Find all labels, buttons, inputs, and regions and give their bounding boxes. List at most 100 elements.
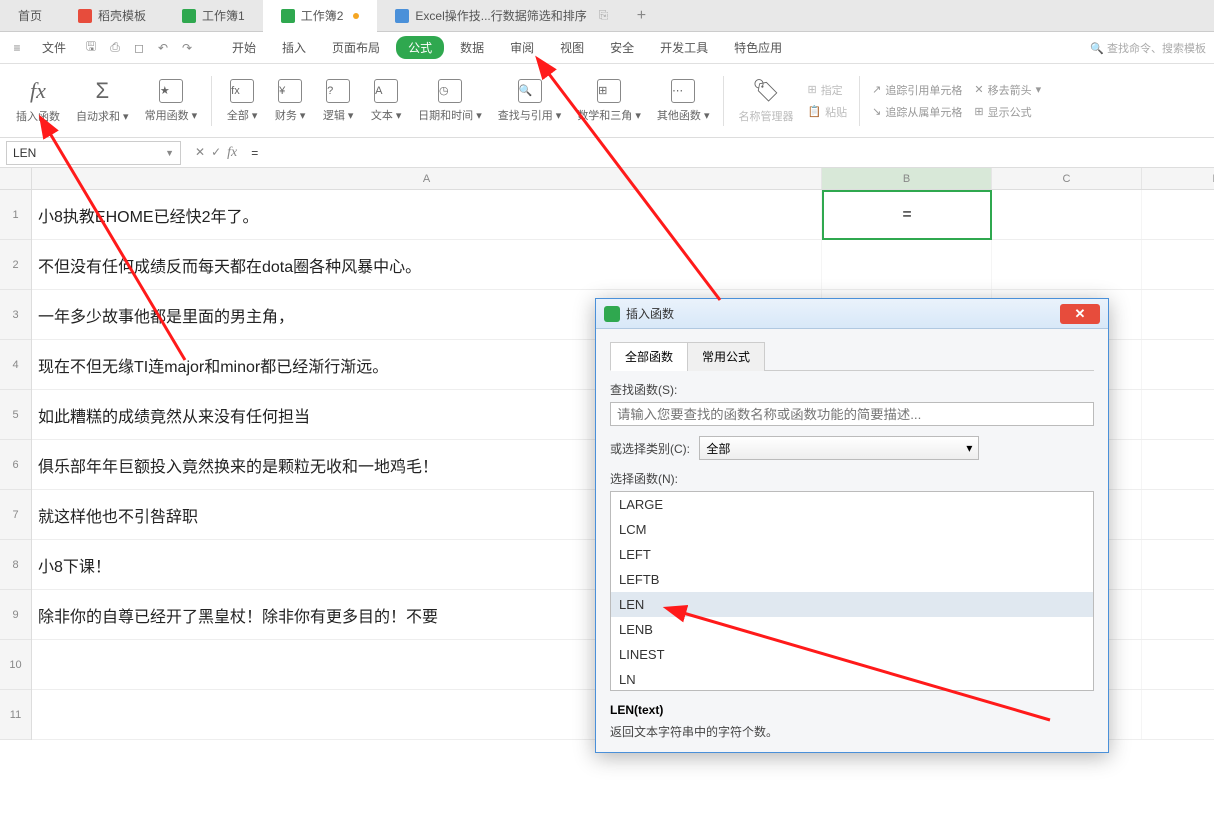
menu-data[interactable]: 数据 (450, 36, 494, 59)
col-header-D[interactable]: D (1142, 168, 1214, 189)
show-formulas-button[interactable]: ⊞ 显示公式 (970, 103, 1045, 121)
cell[interactable] (1142, 540, 1214, 589)
row-header[interactable]: 2 (0, 240, 31, 290)
paste-name-button[interactable]: 📋 粘贴 (803, 103, 851, 121)
cell[interactable] (1142, 690, 1214, 739)
cell[interactable] (1142, 390, 1214, 439)
tab-workbook1[interactable]: 工作簿1 (164, 0, 263, 32)
col-header-A[interactable]: A (32, 168, 822, 189)
insert-function-button[interactable]: fx插入函数 (10, 76, 66, 126)
row-header[interactable]: 7 (0, 490, 31, 540)
row-header[interactable]: 1 (0, 190, 31, 240)
name-box[interactable]: LEN▼ (6, 141, 181, 165)
define-name-button[interactable]: ⊞ 指定 (803, 81, 851, 99)
function-search-input[interactable] (610, 402, 1094, 426)
common-fn-button[interactable]: ★常用函数 ▾ (139, 77, 204, 125)
command-search[interactable]: 🔍 查找命令、搜索模板 (1090, 40, 1206, 56)
row-header[interactable]: 8 (0, 540, 31, 590)
cell[interactable] (1142, 640, 1214, 689)
tab-workbook2[interactable]: 工作簿2 (263, 0, 378, 32)
function-list-item[interactable]: LEFT (611, 542, 1093, 567)
function-list[interactable]: LARGELCMLEFTLEFTBLENLENBLINESTLN (610, 491, 1094, 691)
dialog-titlebar[interactable]: 插入函数 ✕ (596, 299, 1108, 329)
menu-security[interactable]: 安全 (600, 36, 644, 59)
add-tab-button[interactable]: + (626, 7, 656, 25)
fx-button[interactable]: fx (227, 145, 237, 161)
remove-arrows-button[interactable]: ✕ 移去箭头 ▾ (970, 81, 1045, 99)
cell[interactable] (1142, 240, 1214, 289)
trace-dependents-button[interactable]: ↘ 追踪从属单元格 (868, 103, 966, 121)
select-all-corner[interactable] (0, 168, 32, 190)
tab-templates[interactable]: 稻壳模板 (60, 0, 164, 32)
cell[interactable] (1142, 590, 1214, 639)
close-button[interactable]: ✕ (1060, 304, 1100, 324)
row-header[interactable]: 6 (0, 440, 31, 490)
tab-excel-doc[interactable]: Excel操作技...行数据筛选和排序⎘ (377, 0, 626, 32)
lookup-fn-button[interactable]: 🔍查找与引用 ▾ (492, 77, 568, 125)
row-header[interactable]: 3 (0, 290, 31, 340)
row-header[interactable]: 4 (0, 340, 31, 390)
function-list-item[interactable]: LN (611, 667, 1093, 691)
autosum-button[interactable]: Σ自动求和 ▾ (70, 76, 135, 126)
menu-review[interactable]: 审阅 (500, 36, 544, 59)
tab-common-formulas[interactable]: 常用公式 (687, 342, 765, 371)
row-header[interactable]: 9 (0, 590, 31, 640)
menu-start[interactable]: 开始 (222, 36, 266, 59)
cell[interactable]: 小8执教EHOME已经快2年了。 (32, 190, 822, 239)
tab-home[interactable]: 首页 (0, 0, 60, 32)
function-list-item[interactable]: LEN (611, 592, 1093, 617)
menu-file[interactable]: 文件 (32, 36, 76, 59)
col-header-C[interactable]: C (992, 168, 1142, 189)
finance-fn-button[interactable]: ¥财务 ▾ (268, 77, 312, 125)
logic-fn-button[interactable]: ?逻辑 ▾ (316, 77, 360, 125)
cell[interactable] (1142, 490, 1214, 539)
row-header[interactable]: 10 (0, 640, 31, 690)
cancel-formula-button[interactable]: ✕ (195, 145, 205, 161)
function-list-item[interactable]: LCM (611, 517, 1093, 542)
name-manager-button[interactable]: 🏷名称管理器 (732, 76, 799, 126)
tab-all-functions[interactable]: 全部函数 (610, 342, 688, 371)
datetime-fn-button[interactable]: ◷日期和时间 ▾ (412, 77, 488, 125)
col-header-B[interactable]: B (822, 168, 992, 189)
undo-icon[interactable]: ↶ (154, 39, 172, 57)
other-fn-button[interactable]: ⋯其他函数 ▾ (651, 77, 716, 125)
formula-bar: LEN▼ ✕ ✓ fx = (0, 138, 1214, 168)
cell[interactable] (1142, 340, 1214, 389)
menu-features[interactable]: 特色应用 (724, 36, 792, 59)
function-list-item[interactable]: LARGE (611, 492, 1093, 517)
cell[interactable] (822, 240, 992, 289)
dialog-title: 插入函数 (626, 305, 674, 322)
cell[interactable] (1142, 190, 1214, 239)
menu-view[interactable]: 视图 (550, 36, 594, 59)
function-list-item[interactable]: LENB (611, 617, 1093, 642)
row-header[interactable]: 11 (0, 690, 31, 740)
hamburger-icon[interactable]: ≡ (8, 39, 26, 57)
trace-precedents-button[interactable]: ↗ 追踪引用单元格 (868, 81, 966, 99)
formula-input[interactable]: = (245, 146, 1214, 160)
row-header[interactable]: 5 (0, 390, 31, 440)
cell[interactable] (1142, 290, 1214, 339)
cell[interactable]: 不但没有任何成绩反而每天都在dota圈各种风暴中心。 (32, 240, 822, 289)
function-list-item[interactable]: LINEST (611, 642, 1093, 667)
preview-icon[interactable]: ◻ (130, 39, 148, 57)
category-select[interactable]: 全部▾ (699, 436, 979, 460)
text-fn-button[interactable]: A文本 ▾ (364, 77, 408, 125)
cell[interactable] (1142, 440, 1214, 489)
print-icon[interactable]: ⎙ (106, 39, 124, 57)
cell[interactable] (822, 190, 992, 239)
redo-icon[interactable]: ↷ (178, 39, 196, 57)
menu-formula[interactable]: 公式 (396, 36, 444, 59)
accept-formula-button[interactable]: ✓ (211, 145, 221, 161)
cell[interactable] (992, 190, 1142, 239)
category-label: 或选择类别(C): (610, 442, 690, 456)
menu-devtools[interactable]: 开发工具 (650, 36, 718, 59)
save-icon[interactable]: 🖫 (82, 39, 100, 57)
menu-layout[interactable]: 页面布局 (322, 36, 390, 59)
search-label: 查找函数(S): (610, 381, 1094, 398)
menu-insert[interactable]: 插入 (272, 36, 316, 59)
math-fn-button[interactable]: ⊞数学和三角 ▾ (571, 77, 647, 125)
function-list-item[interactable]: LEFTB (611, 567, 1093, 592)
cell[interactable] (992, 240, 1142, 289)
chevron-down-icon: ▾ (966, 441, 972, 455)
all-fn-button[interactable]: fx全部 ▾ (220, 77, 264, 125)
